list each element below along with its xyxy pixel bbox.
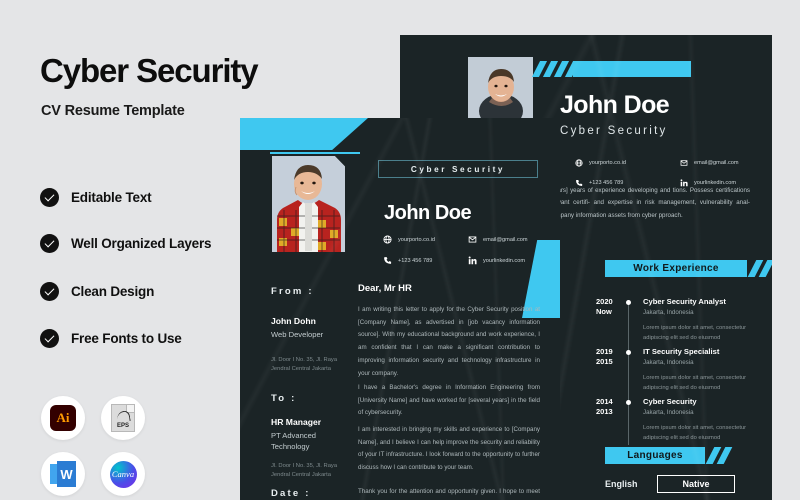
feature-label: Editable Text [71,190,152,205]
mail-icon [680,160,688,166]
from-role: Web Developer [271,330,324,339]
accent-stripes [531,61,691,77]
year-to: 2015 [596,357,613,367]
check-circle-icon [40,234,59,253]
timeline-marker [626,300,631,305]
contact-website[interactable]: yourporto.co.id [575,159,626,167]
contact-phone[interactable]: +123 456 789 [383,256,432,265]
globe-icon [575,159,583,167]
job-title: Cyber Security Analyst [643,297,726,306]
contact-value: email@gmail.com [694,160,739,166]
accent-corner-shape [240,118,368,150]
resume-role: Cyber Security [560,125,668,137]
contact-value: yourporto.co.id [589,160,627,166]
section-heading-work-experience: Work Experience [605,260,747,277]
section-heading-languages: Languages [605,447,705,464]
mail-icon [468,236,477,243]
letter-paragraph: I am interested in bringing my skills an… [358,426,540,472]
contact-website[interactable]: yourporto.co.id [383,235,435,244]
contact-value: yourlinkedin.com [483,257,525,264]
feature-item-0: Editable Text [40,188,152,207]
accent-rule [270,152,360,154]
letter-salutation: Dear, Mr HR [358,283,412,294]
portrait-illustration [272,156,345,252]
job-description: Lorem ipsum dolor sit amet, consectetur … [643,375,747,392]
contact-value: +123 456 789 [398,257,433,264]
job-title: Cyber Security [643,397,697,406]
contact-value: yourporto.co.id [398,236,436,243]
to-name: HR Manager [271,417,322,427]
feature-item-2: Clean Design [40,282,154,301]
feature-label: Free Fonts to Use [71,331,182,346]
job-description: Lorem ipsum dolor sit amet, consectetur … [643,425,747,442]
resume-name: John Doe [560,91,670,119]
letter-paragraph: I have a Bachelor's degree in Informatio… [358,384,540,417]
canva-icon: Canva [109,460,137,488]
globe-icon [383,235,392,244]
check-circle-icon [40,188,59,207]
eps-icon: EPS [111,404,135,432]
feature-item-1: Well Organized Layers [40,234,212,253]
phone-icon [384,257,392,264]
app-icon-illustrator: Ai [41,396,85,440]
word-letter: W [57,461,76,487]
language-row-english: English Native [605,475,735,493]
timeline-marker [626,400,631,405]
timeline-year: 2019 2015 [596,347,613,367]
language-name: English [605,479,638,489]
app-icon-word: W [41,452,85,496]
section-label: Languages [627,450,683,461]
contact-value: email@gmail.com [483,236,528,243]
year-to: Now [596,307,612,317]
feature-item-3: Free Fonts to Use [40,329,182,348]
from-label: From : [271,286,314,297]
contact-email[interactable]: email@gmail.com [680,159,739,167]
year-from: 2019 [596,347,613,356]
portrait-illustration [468,57,533,122]
contact-linkedin[interactable]: yourlinkedin.com [468,256,525,265]
year-to: 2013 [596,407,613,417]
to-org: PT Advanced Technology [271,431,317,451]
contact-email[interactable]: email@gmail.com [468,235,528,244]
resume-name: John Doe [384,202,472,224]
timeline-axis [628,300,629,445]
language-level-badge: Native [657,475,735,493]
avatar [468,57,533,122]
job-description: Lorem ipsum dolor sit amet, consectetur … [643,325,747,342]
promo-panel: Cyber Security CV Resume Template Editab… [0,0,259,500]
timeline-marker [626,350,631,355]
job-title: IT Security Specialist [643,347,720,356]
word-icon: W [50,461,76,487]
to-label: To : [271,393,297,404]
year-from: 2014 [596,397,613,406]
to-address: Jl. Door I No. 35, Jl. Raya Jendral Cent… [271,463,338,479]
check-circle-icon [40,282,59,301]
job-location: Jakarta, Indonesia [643,309,694,316]
linkedin-icon [468,256,477,265]
letter-paragraph: I am writing this letter to apply for th… [358,306,540,377]
feature-label: Well Organized Layers [71,236,212,251]
date-label: Date : [271,488,311,499]
feature-label: Clean Design [71,284,155,299]
ai-icon: Ai [50,405,76,431]
job-location: Jakarta, Indonesia [643,409,694,416]
role-badge-label: Cyber Security [410,164,506,174]
letter-paragraph: Thank you for the attention and opportun… [358,488,540,495]
job-location: Jakarta, Indonesia [643,359,694,366]
check-circle-icon [40,329,59,348]
app-icon-canva: Canva [101,452,145,496]
app-icon-eps: EPS [101,396,145,440]
role-badge: Cyber Security [378,160,538,178]
year-from: 2020 [596,297,613,306]
from-name: John Dohn [271,316,316,326]
timeline-year: 2020 Now [596,297,613,317]
from-address: Jl. Door I No. 35, Jl. Raya Jendral Cent… [271,357,338,373]
page-subtitle: CV Resume Template [41,103,185,119]
section-label: Work Experience [633,263,719,274]
timeline-year: 2014 2013 [596,397,613,417]
avatar [272,156,345,252]
cover-letter-page[interactable]: Cyber Security John Doe yourporto.co.id … [240,118,560,500]
page-title: Cyber Security [40,52,259,89]
